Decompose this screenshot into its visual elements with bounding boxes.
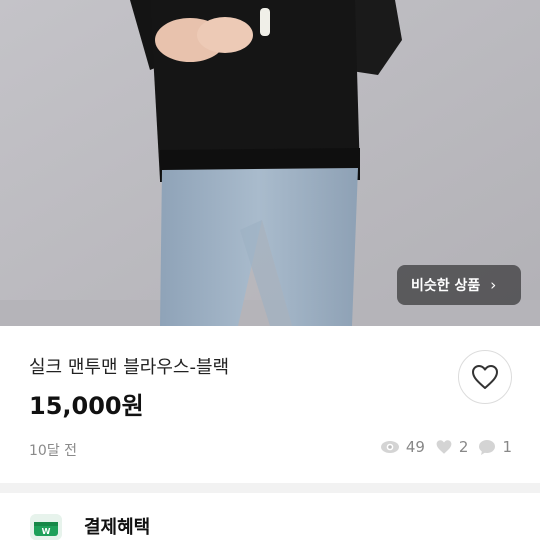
heart-icon bbox=[472, 365, 498, 389]
similar-products-label: 비슷한 상품 bbox=[411, 278, 481, 294]
chats-count: 1 bbox=[502, 438, 512, 456]
product-stats: 49 2 1 bbox=[370, 438, 512, 456]
views-count: 49 bbox=[405, 438, 425, 456]
chevron-right-icon: › bbox=[490, 276, 497, 294]
payment-benefit-label[interactable]: 결제혜택 bbox=[84, 513, 150, 539]
posted-time: 10달 전 bbox=[29, 443, 78, 459]
eye-icon bbox=[380, 440, 400, 454]
product-price: 15,000원 bbox=[29, 392, 144, 420]
likes-count: 2 bbox=[458, 438, 469, 456]
product-title: 실크 맨투맨 블라우스-블랙 bbox=[29, 357, 230, 378]
chats-stat: 1 bbox=[478, 438, 512, 456]
section-divider bbox=[0, 483, 540, 493]
views-stat: 49 bbox=[380, 438, 425, 456]
product-photo[interactable]: 비슷한 상품 › bbox=[0, 0, 540, 326]
likes-stat: 2 bbox=[435, 438, 469, 456]
like-button[interactable] bbox=[458, 350, 512, 404]
wallet-icon: W bbox=[30, 514, 62, 540]
svg-text:W: W bbox=[42, 527, 51, 536]
similar-products-button[interactable]: 비슷한 상품 › bbox=[397, 265, 521, 305]
heart-small-icon bbox=[435, 439, 453, 455]
chat-bubble-icon bbox=[478, 439, 496, 455]
